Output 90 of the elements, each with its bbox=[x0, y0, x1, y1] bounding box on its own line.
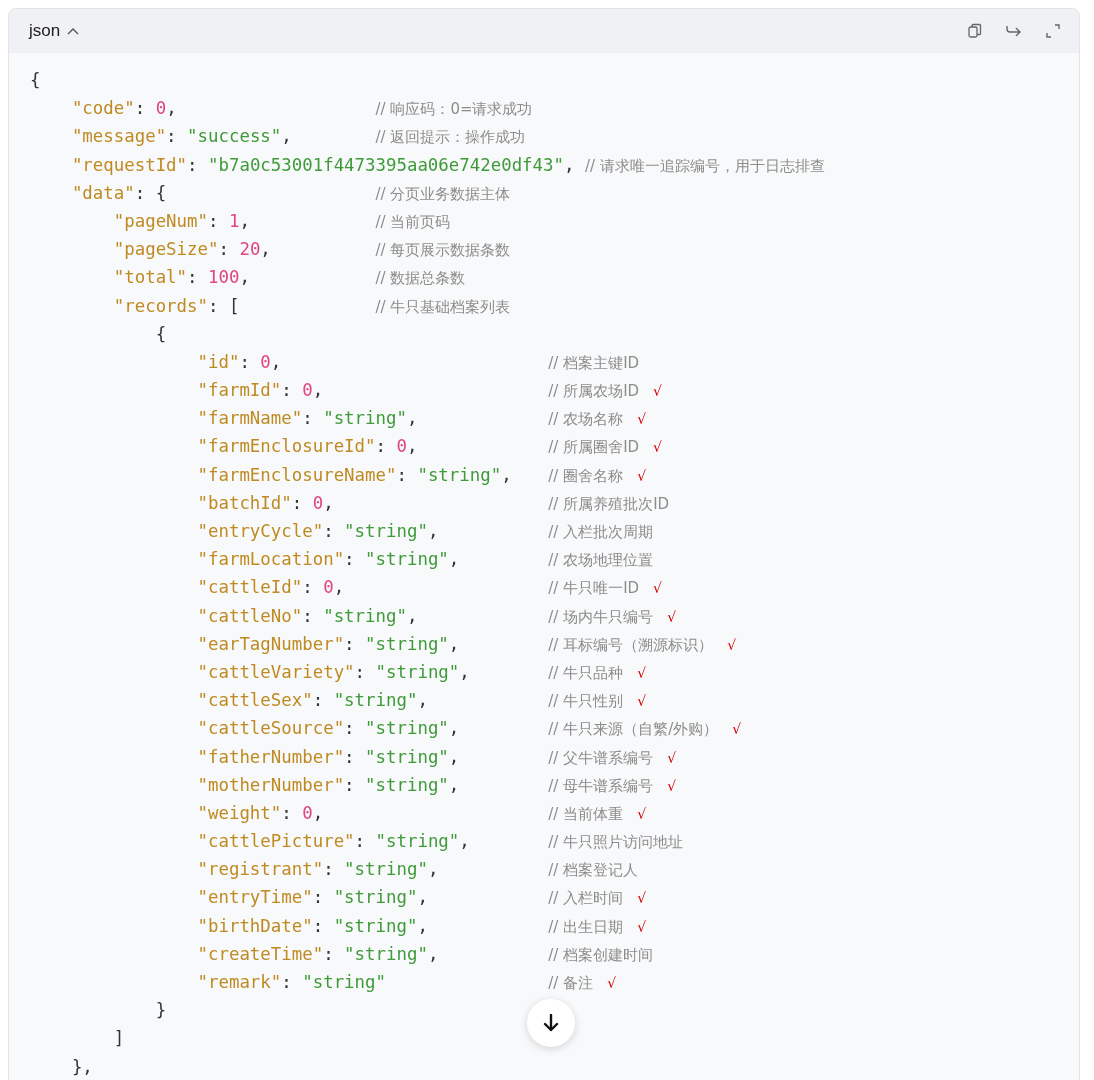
code-comment: // 父牛谱系编号 bbox=[548, 747, 654, 769]
check-mark: √ bbox=[637, 889, 647, 909]
code-comment: // 入栏批次周期 bbox=[548, 522, 654, 543]
code-comment: // 当前体重 bbox=[548, 803, 624, 825]
code-text: "fatherNumber": "string", bbox=[197, 745, 461, 769]
code-text: "entryCycle": "string", bbox=[197, 520, 440, 543]
code-comment: // 每页展示数据条数 bbox=[375, 240, 511, 262]
expand-icon[interactable] bbox=[1045, 23, 1061, 39]
check-mark: √ bbox=[667, 748, 677, 768]
copy-icon[interactable] bbox=[967, 23, 983, 39]
code-comment: // 牛只来源（自繁/外购） bbox=[548, 719, 719, 741]
code-comment: // 分页业务数据主体 bbox=[375, 183, 511, 205]
chevron-up-icon bbox=[67, 27, 80, 35]
code-comment: // 牛只照片访问地址 bbox=[548, 832, 684, 854]
check-mark: √ bbox=[653, 438, 663, 458]
code-comment: // 当前页码 bbox=[375, 211, 451, 233]
code-comment: // 农场名称 bbox=[548, 409, 624, 431]
check-mark: √ bbox=[637, 692, 647, 712]
forward-arrow-icon[interactable] bbox=[1005, 24, 1023, 38]
code-text: { bbox=[30, 69, 41, 92]
check-mark: √ bbox=[637, 466, 647, 486]
check-mark: √ bbox=[637, 917, 647, 937]
code-text: "farmName": "string", bbox=[197, 407, 419, 431]
code-comment: // 母牛谱系编号 bbox=[548, 775, 654, 797]
code-text: "cattleSex": "string", bbox=[197, 689, 429, 713]
code-text: "registrant": "string", bbox=[197, 858, 440, 882]
code-text: "pageSize": 20, bbox=[113, 238, 272, 262]
code-text: "farmEnclosureName": "string", bbox=[197, 463, 513, 487]
code-comment: // 档案主键ID bbox=[548, 352, 640, 374]
code-text: { bbox=[155, 322, 167, 346]
code-text: "cattleId": 0, bbox=[197, 576, 346, 600]
code-text: "cattleNo": "string", bbox=[197, 604, 419, 628]
code-text: "farmId": 0, bbox=[197, 379, 325, 403]
code-comment: // 场内牛只编号 bbox=[548, 606, 654, 628]
code-comment: // 所属圈舍ID bbox=[548, 437, 640, 459]
code-text: "motherNumber": "string", bbox=[197, 773, 461, 797]
code-comment: // 出生日期 bbox=[548, 916, 624, 938]
code-comment: // 备注 bbox=[548, 973, 594, 994]
check-mark: √ bbox=[653, 382, 663, 402]
code-comment: // 入栏时间 bbox=[548, 888, 624, 910]
code-comment: // 所属农场ID bbox=[548, 381, 640, 403]
language-toggle[interactable]: json bbox=[29, 21, 80, 41]
code-comment: // 档案创建时间 bbox=[548, 944, 654, 966]
code-comment: // 牛只性别 bbox=[548, 691, 624, 713]
code-text: "pageNum": 1, bbox=[113, 209, 251, 233]
code-comment: // 数据总条数 bbox=[375, 268, 466, 290]
check-mark: √ bbox=[637, 663, 647, 683]
check-mark: √ bbox=[667, 607, 677, 627]
code-comment: // 请求唯一追踪编号，用于日志排查 bbox=[584, 155, 825, 177]
code-text: "farmEnclosureId": 0, bbox=[197, 435, 419, 459]
check-mark: √ bbox=[607, 974, 617, 993]
check-mark: √ bbox=[637, 804, 647, 824]
code-comment: // 牛只基础档案列表 bbox=[375, 296, 511, 318]
code-text: }, bbox=[71, 1055, 93, 1079]
code-comment: // 响应码：0=请求成功 bbox=[375, 99, 533, 121]
code-text: "requestId": "b7a0c53001f4473395aa06e742e0df43", bbox=[71, 153, 575, 177]
check-mark: √ bbox=[727, 635, 737, 655]
code-text: "data": { bbox=[71, 181, 168, 205]
code-text: "id": 0, bbox=[197, 350, 283, 374]
arrow-down-icon bbox=[543, 1014, 559, 1032]
code-text: "farmLocation": "string", bbox=[197, 548, 461, 572]
code-comment: // 返回提示：操作成功 bbox=[375, 127, 526, 149]
code-comment: // 档案登记人 bbox=[548, 860, 639, 882]
code-comment: // 圈舍名称 bbox=[548, 465, 624, 487]
code-text: "records": [ bbox=[113, 294, 241, 318]
code-comment: // 农场地理位置 bbox=[548, 550, 654, 572]
check-mark: √ bbox=[667, 776, 677, 796]
check-mark: √ bbox=[653, 579, 663, 599]
code-text: "batchId": 0, bbox=[197, 491, 335, 515]
code-text: "code": 0, bbox=[71, 97, 178, 121]
code-text: "message": "success", bbox=[71, 125, 293, 149]
code-comment: // 所属养殖批次ID bbox=[548, 493, 670, 515]
code-text: "createTime": "string", bbox=[197, 942, 440, 966]
code-text: "earTagNumber": "string", bbox=[197, 632, 461, 656]
code-comment: // 牛只品种 bbox=[548, 662, 624, 684]
code-text: ] bbox=[113, 1027, 125, 1051]
code-text: "birthDate": "string", bbox=[197, 914, 429, 938]
code-text: "cattleVariety": "string", bbox=[197, 660, 471, 684]
code-text: "cattlePicture": "string", bbox=[197, 830, 471, 854]
check-mark: √ bbox=[732, 720, 742, 740]
check-mark: √ bbox=[637, 410, 647, 430]
code-text: } bbox=[155, 999, 167, 1023]
code-text: "weight": 0, bbox=[197, 801, 325, 825]
scroll-down-button[interactable] bbox=[527, 999, 575, 1047]
code-text: "entryTime": "string", bbox=[197, 886, 429, 910]
code-comment: // 耳标编号（溯源标识） bbox=[548, 634, 714, 656]
code-text: "total": 100, bbox=[113, 266, 251, 290]
code-text: "cattleSource": "string", bbox=[197, 717, 461, 741]
code-text: "remark": "string" bbox=[197, 971, 387, 994]
code-comment: // 牛只唯一ID bbox=[548, 578, 640, 600]
